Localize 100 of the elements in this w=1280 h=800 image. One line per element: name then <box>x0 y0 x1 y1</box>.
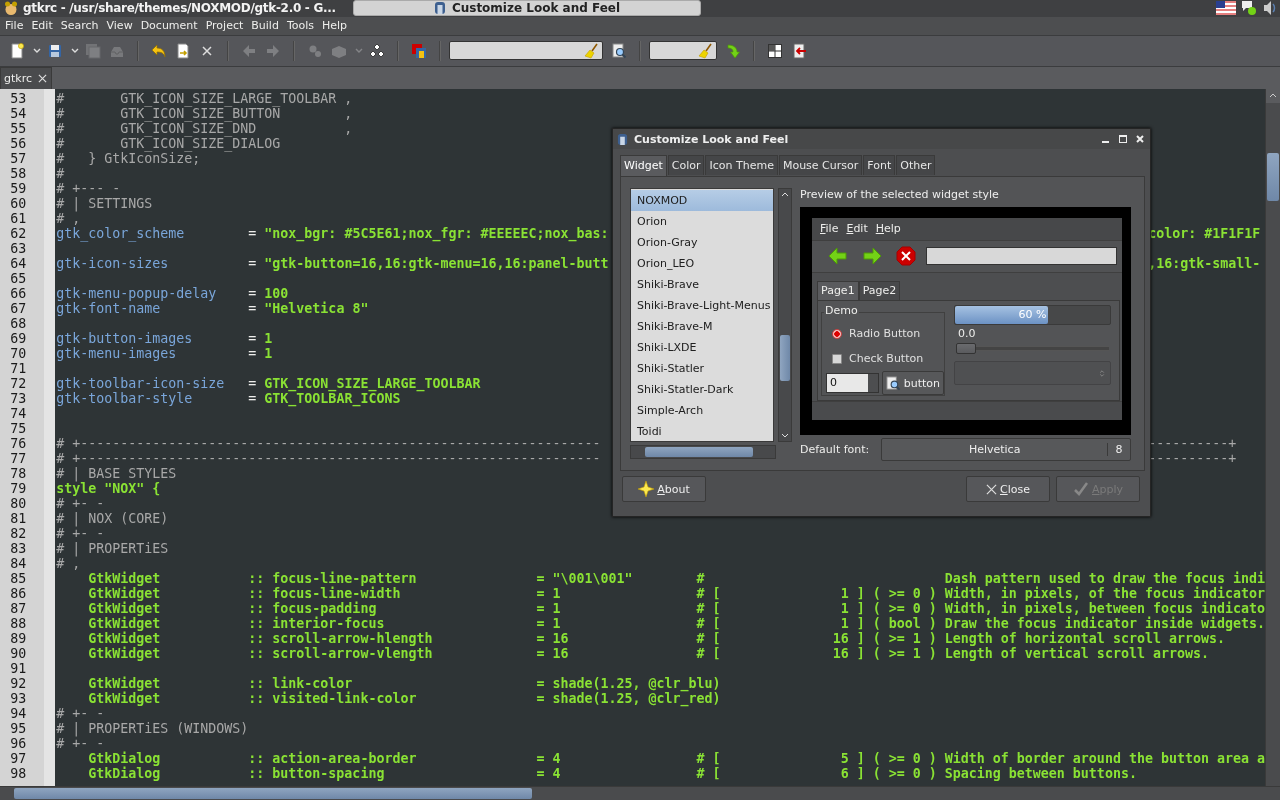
tab[interactable]: Icon Theme <box>705 155 778 175</box>
slider-thumb[interactable] <box>956 343 976 355</box>
chat-icon[interactable] <box>1241 0 1257 17</box>
scrollbar-thumb[interactable] <box>780 335 790 381</box>
vertical-scrollbar[interactable] <box>1265 88 1280 787</box>
preview-button[interactable]: button <box>881 371 944 396</box>
close-icon[interactable] <box>38 73 47 83</box>
list-item[interactable]: Shiki-Statler-Dark <box>631 379 773 400</box>
search-field[interactable] <box>449 41 603 61</box>
broom-icon[interactable] <box>698 42 714 59</box>
list-item[interactable]: NOXMOD <box>631 190 773 211</box>
line-number: 89 <box>10 630 27 646</box>
code-line: gtk_color_scheme = "nox_bgr: #5C5E61;nox_fgr: #EEEEEC;nox_bas: <box>56 225 609 241</box>
input-field[interactable] <box>926 247 1117 266</box>
code-line: # | PROPERTiES (WINDOWS) <box>56 720 249 736</box>
flag-icon[interactable] <box>1216 1 1236 16</box>
floppy-icon[interactable] <box>47 42 63 59</box>
tab[interactable]: Mouse Cursor <box>778 155 863 175</box>
line-number: 86 <box>10 585 27 601</box>
checkbox-label: Check Button <box>849 352 924 366</box>
menu-item[interactable]: Document <box>136 19 202 33</box>
taskbar-button[interactable]: Customize Look and Feel <box>353 0 701 17</box>
menu-item[interactable]: File <box>1 19 28 33</box>
menu-item[interactable]: Tools <box>282 19 318 33</box>
line-number: 79 <box>10 480 27 496</box>
new-file-icon[interactable] <box>9 42 25 59</box>
file-arrow-icon[interactable] <box>175 42 191 59</box>
list-item[interactable]: Shiki-Brave <box>631 274 773 295</box>
tab[interactable]: Page1 <box>817 281 859 301</box>
code-line: GtkWidget :: focus-line-pattern = "\001\001" # Dash pattern used to draw the focus indi <box>87 570 1265 586</box>
list-item[interactable]: Orion-Gray <box>631 232 773 253</box>
menu-item[interactable]: Edit <box>27 19 57 33</box>
menu-item[interactable]: File <box>816 222 843 236</box>
code-line: # | BASE STYLES <box>56 465 177 481</box>
checkbox[interactable] <box>832 353 842 364</box>
code-line: # <box>56 165 65 181</box>
scrollbar-thumb[interactable] <box>645 447 753 457</box>
menu-item[interactable]: Build <box>247 19 283 33</box>
tab[interactable]: Color <box>667 155 705 175</box>
line-number: 74 <box>10 405 27 421</box>
vertical-scrollbar[interactable] <box>778 188 792 442</box>
speaker-icon[interactable] <box>1262 0 1278 17</box>
close-button[interactable]: Close <box>966 476 1050 502</box>
list-item[interactable]: Toidi <box>631 421 773 442</box>
line-number: 91 <box>10 660 27 676</box>
horizontal-scrollbar[interactable] <box>630 445 776 459</box>
menu-item[interactable]: Help <box>871 222 905 236</box>
forward-arrow-icon[interactable] <box>862 247 882 266</box>
menu-item[interactable]: Help <box>318 19 352 33</box>
broom-icon[interactable] <box>584 42 600 59</box>
updown-icon <box>1099 368 1105 378</box>
diamonds-icon[interactable] <box>369 42 385 59</box>
tab[interactable]: Page2 <box>858 281 901 301</box>
menu-item[interactable]: Project <box>201 19 248 33</box>
scrollbar-thumb[interactable] <box>1267 152 1279 201</box>
scrollbar-thumb[interactable] <box>14 788 532 800</box>
close-icon[interactable] <box>1136 135 1144 143</box>
menu-item[interactable]: Edit <box>842 222 872 236</box>
code-line: # +--- - <box>56 180 121 196</box>
list-item[interactable]: Simple-Arch <box>631 400 773 421</box>
app-icon <box>617 132 628 146</box>
line-number: 62 <box>10 225 27 241</box>
line-field[interactable] <box>649 41 717 61</box>
list-item[interactable]: Orion_LEO <box>631 253 773 274</box>
radio-button[interactable] <box>832 328 842 339</box>
font-button[interactable]: Helvetica 8 <box>881 437 1131 461</box>
line-number: 69 <box>10 330 27 346</box>
code-line: ----------+ <box>1148 435 1237 451</box>
about-button[interactable]: About <box>622 476 706 502</box>
line-number: 64 <box>10 255 27 271</box>
list-item[interactable]: Shiki-LXDE <box>631 337 773 358</box>
list-item[interactable]: Shiki-Brave-M <box>631 316 773 337</box>
list-item[interactable]: Shiki-Brave-Light-Menus <box>631 295 773 316</box>
list-item[interactable]: Orion <box>631 211 773 232</box>
undo-icon[interactable] <box>151 42 167 59</box>
horizontal-scrollbar[interactable] <box>0 786 1280 800</box>
menu-item[interactable]: View <box>102 19 137 33</box>
line-number: 61 <box>10 210 27 226</box>
line-number: 57 <box>10 150 27 166</box>
tab[interactable]: Font <box>863 155 896 175</box>
line-number: 92 <box>10 675 27 691</box>
line-number: 94 <box>10 705 27 721</box>
maximize-icon[interactable] <box>1119 135 1127 143</box>
list-item[interactable]: Shiki-Statler <box>631 358 773 379</box>
code-line: gtk-menu-popup-delay = 100 <box>56 285 289 301</box>
search-icon[interactable] <box>611 42 627 59</box>
line-number: 93 <box>10 690 27 706</box>
slider-value: 0.0 <box>958 327 977 342</box>
back-arrow-icon[interactable] <box>828 247 848 266</box>
spin-field[interactable]: 0 <box>826 373 879 394</box>
exit-icon[interactable] <box>791 42 807 59</box>
check-icon <box>1072 481 1089 497</box>
stop-icon[interactable] <box>896 246 916 267</box>
curved-arrow-icon[interactable] <box>725 42 741 59</box>
grid-icon[interactable] <box>767 42 783 59</box>
color-squares-icon[interactable] <box>411 42 427 59</box>
document-tab[interactable]: gtkrc <box>0 66 52 89</box>
menu-item[interactable]: Search <box>56 19 103 33</box>
tab[interactable]: Widget <box>620 155 667 176</box>
tab[interactable]: Other <box>896 155 936 175</box>
